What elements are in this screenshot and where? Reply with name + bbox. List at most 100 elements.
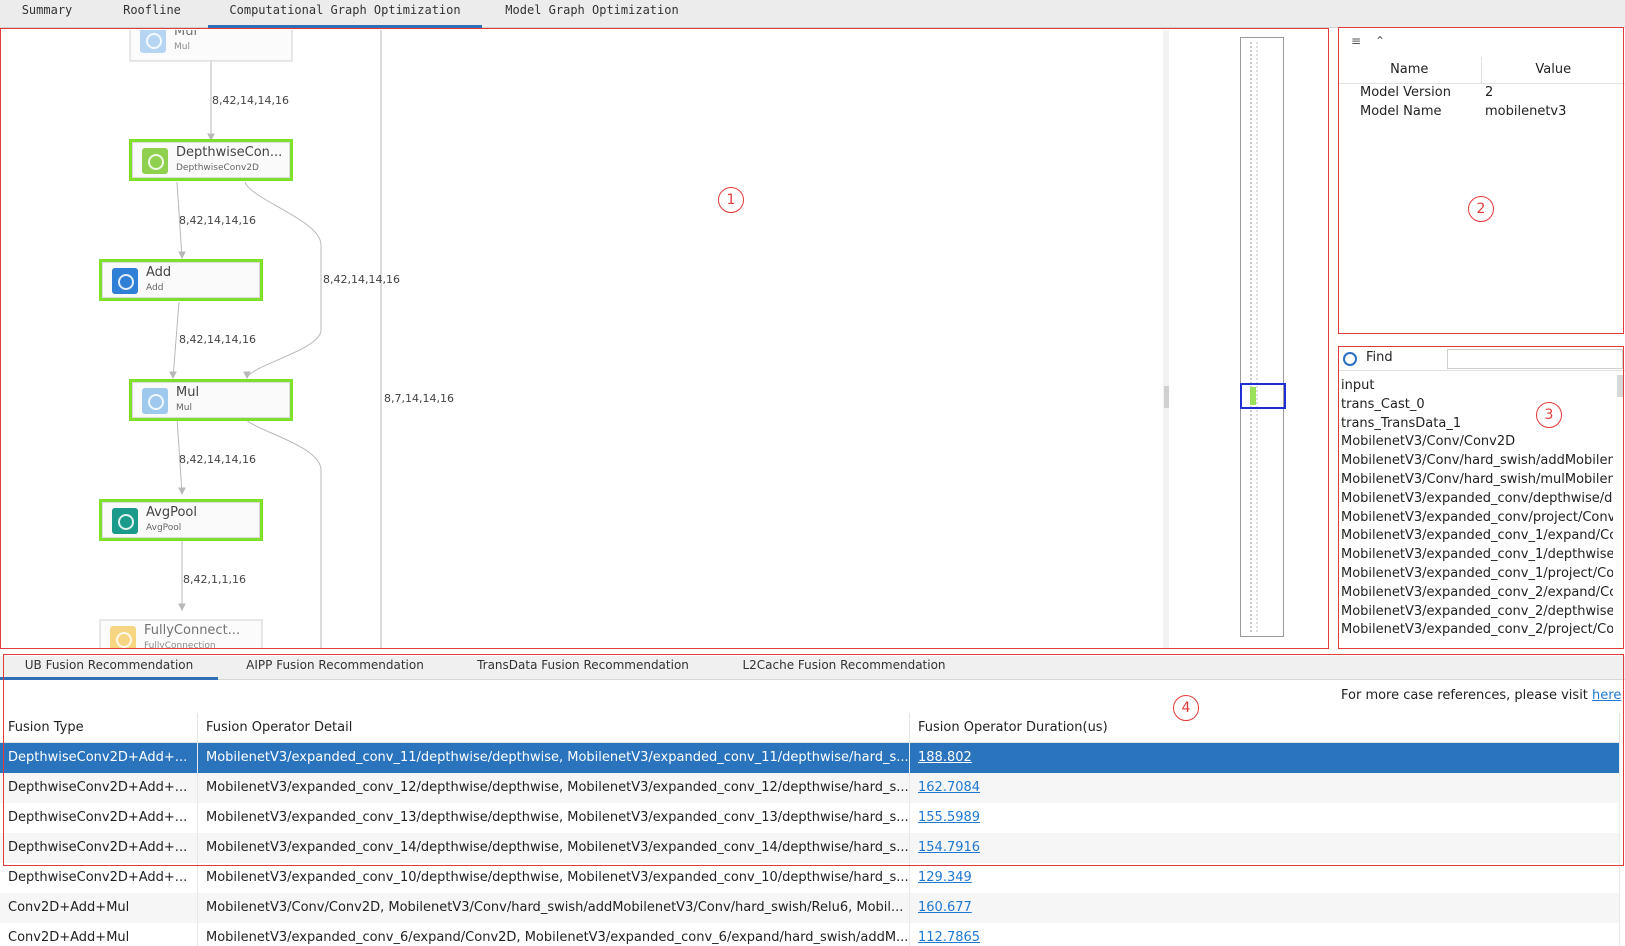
operator-icon — [142, 388, 168, 414]
operator-icon — [112, 508, 138, 534]
edge-label: 8,42,1,1,16 — [183, 573, 246, 586]
graph-minimap[interactable] — [1240, 37, 1286, 637]
tab-transdata-fusion[interactable]: TransData Fusion Recommendation — [462, 656, 704, 680]
column-header-name[interactable]: Name — [1338, 57, 1482, 84]
list-item[interactable]: MobilenetV3/expanded_conv_2/depthwise/de… — [1341, 603, 1613, 622]
fusion-table: Fusion Type Fusion Operator Detail Fusio… — [0, 713, 1625, 946]
table-row[interactable]: Conv2D+Add+Mul MobilenetV3/expanded_conv… — [0, 923, 1620, 946]
table-row[interactable]: DepthwiseConv2D+Add+... MobilenetV3/expa… — [0, 773, 1620, 803]
table-row[interactable]: DepthwiseConv2D+Add+... MobilenetV3/expa… — [0, 803, 1620, 833]
edge-label: 8,7,14,14,16 — [384, 392, 454, 405]
edge-arrow — [169, 371, 177, 380]
list-item[interactable]: MobilenetV3/Conv/hard_swish/addMobilenet… — [1341, 452, 1613, 471]
list-item[interactable]: MobilenetV3/Conv/Conv2D — [1341, 433, 1613, 452]
property-value: 2 — [1485, 85, 1494, 101]
table-row[interactable]: Conv2D+Add+Mul MobilenetV3/Conv/Conv2D, … — [0, 893, 1620, 923]
app-window: Summary Roofline Computational Graph Opt… — [0, 0, 1625, 946]
edge-label: 8,42,14,14,16 — [212, 94, 289, 107]
list-item[interactable]: MobilenetV3/expanded_conv/project/Conv2D — [1341, 509, 1613, 528]
find-bar: Find — [1338, 347, 1625, 371]
annotation-marker-2: 2 — [1468, 196, 1494, 222]
operator-icon — [112, 268, 138, 294]
find-icon — [1343, 352, 1357, 366]
find-label: Find — [1366, 350, 1393, 365]
top-tab-bar: Summary Roofline Computational Graph Opt… — [0, 0, 1625, 28]
here-link[interactable]: here — [1592, 688, 1621, 703]
table-row[interactable]: DepthwiseConv2D+Add+... MobilenetV3/expa… — [0, 863, 1620, 893]
tab-aipp-fusion[interactable]: AIPP Fusion Recommendation — [228, 656, 442, 680]
annotation-marker-3: 3 — [1536, 402, 1562, 428]
list-item[interactable]: MobilenetV3/expanded_conv/depthwise/dept… — [1341, 490, 1613, 509]
find-panel: Find input trans_Cast_0 trans_TransData_… — [1338, 347, 1625, 649]
duration-link[interactable]: 188.802 — [910, 743, 1620, 773]
property-name: Model Name — [1360, 104, 1442, 119]
more-references-text: For more case references, please visit h… — [1341, 688, 1622, 703]
operator-icon — [142, 148, 168, 174]
edge-label: 8,42,14,14,16 — [179, 453, 256, 466]
list-item[interactable]: MobilenetV3/expanded_conv_1/project/Conv… — [1341, 565, 1613, 584]
table-row[interactable]: DepthwiseConv2D+Add+... MobilenetV3/expa… — [0, 833, 1620, 863]
tab-summary[interactable]: Summary — [0, 0, 94, 28]
filter-list-icon[interactable]: ≡ — [1348, 34, 1364, 48]
chevron-up-icon[interactable]: ⌃ — [1372, 34, 1388, 48]
edge-arrow — [178, 603, 186, 612]
graph-vertical-scrollbar[interactable] — [1163, 30, 1169, 649]
tab-computational-graph-optimization[interactable]: Computational Graph Optimization — [208, 0, 482, 28]
duration-link[interactable]: 155.5989 — [910, 803, 1620, 833]
fusion-recommendation-panel: UB Fusion Recommendation AIPP Fusion Rec… — [0, 656, 1625, 946]
edge-arrow — [178, 487, 186, 496]
list-item[interactable]: input — [1341, 377, 1613, 396]
properties-panel: ≡ ⌃ Name Value Model Version 2 Model Nam… — [1338, 29, 1625, 334]
tab-roofline[interactable]: Roofline — [96, 0, 208, 28]
column-header-operator-detail[interactable]: Fusion Operator Detail — [198, 713, 910, 743]
table-header: Fusion Type Fusion Operator Detail Fusio… — [0, 713, 1620, 743]
duration-link[interactable]: 129.349 — [910, 863, 1620, 893]
graph-node-mul[interactable]: Mul Mul — [129, 379, 293, 421]
operator-icon — [110, 626, 136, 649]
tab-ub-fusion[interactable]: UB Fusion Recommendation — [0, 656, 218, 680]
edge-label: 8,42,14,14,16 — [179, 333, 256, 346]
list-item[interactable]: MobilenetV3/expanded_conv_1/expand/Conv2… — [1341, 527, 1613, 546]
fusion-tab-bar: UB Fusion Recommendation AIPP Fusion Rec… — [0, 656, 1625, 680]
find-input[interactable] — [1447, 349, 1623, 369]
column-header-fusion-type[interactable]: Fusion Type — [0, 713, 198, 743]
graph-node-mul-top[interactable]: Mul Mul — [129, 30, 293, 62]
edge-label: 8,42,14,14,16 — [323, 273, 400, 286]
duration-link[interactable]: 112.7865 — [910, 923, 1620, 946]
property-row[interactable]: Model Version 2 — [1338, 83, 1625, 102]
list-item[interactable]: trans_TransData_1 — [1341, 415, 1613, 434]
operator-icon — [140, 30, 166, 53]
graph-node-fullyconnection[interactable]: FullyConnect... FullyConnection — [99, 619, 263, 649]
tab-l2cache-fusion[interactable]: L2Cache Fusion Recommendation — [728, 656, 960, 680]
graph-node-avgpool[interactable]: AvgPool AvgPool — [99, 499, 263, 541]
list-item[interactable]: MobilenetV3/expanded_conv_2/expand/Conv2… — [1341, 584, 1613, 603]
annotation-marker-4: 4 — [1173, 695, 1199, 721]
property-value: mobilenetv3 — [1485, 104, 1567, 119]
column-header-value[interactable]: Value — [1481, 57, 1625, 84]
annotation-marker-1: 1 — [718, 187, 744, 213]
duration-link[interactable]: 154.7916 — [910, 833, 1620, 863]
property-row[interactable]: Model Name mobilenetv3 — [1338, 102, 1625, 121]
list-item[interactable]: MobilenetV3/expanded_conv_2/project/Conv… — [1341, 621, 1613, 640]
graph-edges — [169, 30, 382, 649]
find-result-list: input trans_Cast_0 trans_TransData_1 Mob… — [1341, 377, 1613, 640]
tab-model-graph-optimization[interactable]: Model Graph Optimization — [486, 0, 698, 28]
duration-link[interactable]: 160.677 — [910, 893, 1620, 923]
find-scrollbar[interactable] — [1617, 375, 1623, 397]
graph-canvas[interactable]: Mul Mul DepthwiseCon... DepthwiseConv2D … — [1, 30, 1169, 649]
scrollbar-thumb[interactable] — [1164, 386, 1169, 408]
table-row[interactable]: DepthwiseConv2D+Add+... MobilenetV3/expa… — [0, 743, 1620, 773]
edge-label: 8,42,14,14,16 — [179, 214, 256, 227]
list-item[interactable]: trans_Cast_0 — [1341, 396, 1613, 415]
properties-table: Name Value Model Version 2 Model Name mo… — [1338, 57, 1625, 121]
duration-link[interactable]: 162.7084 — [910, 773, 1620, 803]
properties-toolbar: ≡ ⌃ — [1338, 29, 1625, 53]
graph-node-add[interactable]: Add Add — [99, 259, 263, 301]
property-name: Model Version — [1360, 85, 1451, 101]
list-item[interactable]: MobilenetV3/Conv/hard_swish/mulMobilenet… — [1341, 471, 1613, 490]
list-item[interactable]: MobilenetV3/expanded_conv_1/depthwise/de… — [1341, 546, 1613, 565]
minimap-viewport[interactable] — [1240, 383, 1286, 409]
graph-node-depthwiseconv2d[interactable]: DepthwiseCon... DepthwiseConv2D — [129, 139, 293, 181]
edge-arrow — [178, 251, 186, 260]
column-header-duration[interactable]: Fusion Operator Duration(us) — [910, 713, 1620, 743]
